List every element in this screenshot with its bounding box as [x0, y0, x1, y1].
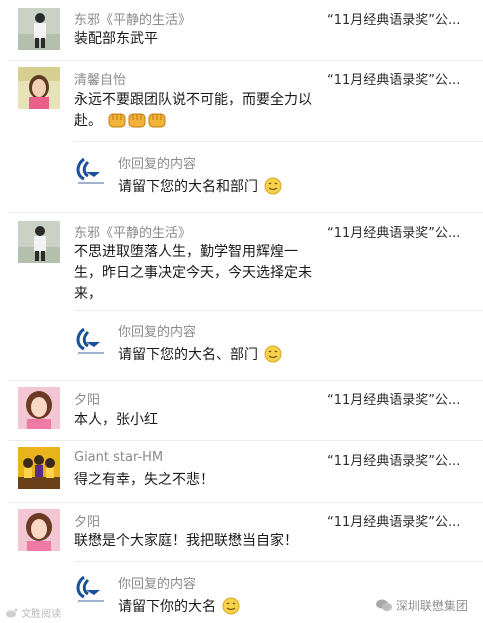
watermark-left-text: 文胜阅读	[21, 609, 62, 620]
commenter-name[interactable]: 东邪《平静的生活》	[74, 9, 191, 28]
avatar[interactable]	[18, 67, 60, 109]
commenter-name[interactable]: 清馨自怡	[74, 69, 126, 88]
article-reference[interactable]: “11月经典语录奖”公...	[327, 69, 460, 88]
comment-item: 清馨自怡 “11月经典语录奖”公... 永远不要跟团队说不可能，而要全力以赴。	[0, 61, 483, 211]
watermark-right: 深圳联懋集团	[376, 597, 468, 615]
reply-text-content: 请留下您的大名和部门	[118, 179, 258, 195]
reply-text-content: 请留下你的大名	[118, 599, 216, 615]
watermark-left: 文胜阅读	[6, 605, 61, 621]
commenter-name[interactable]: 夕阳	[74, 511, 100, 530]
avatar[interactable]	[18, 221, 60, 263]
comment-text: 不思进取堕落人生，勤学智用辉煌一生，昨日之事决定今天，今天选择定未来，	[74, 244, 312, 302]
commenter-name[interactable]: Giant star-HM	[74, 450, 163, 465]
avatar[interactable]	[18, 387, 60, 429]
lianmao-logo-icon	[74, 153, 108, 187]
avatar[interactable]	[18, 509, 60, 551]
comment-text: 永远不要跟团队说不可能，而要全力以赴。	[74, 90, 314, 136]
reply-text-content: 请留下您的大名、部门	[118, 347, 258, 363]
reply-text: 请留下您的大名和部门	[118, 176, 282, 199]
comment-list: 东邪《平静的生活》 “11月经典语录奖”公... 装配部东武平 清馨自怡 “11…	[0, 0, 483, 623]
comment-text: 联懋是个大家庭！我把联懋当自家！	[74, 533, 298, 549]
reply-text: 请留下你的大名	[118, 596, 240, 619]
article-reference[interactable]: “11月经典语录奖”公...	[327, 389, 460, 408]
comment-text: 本人，张小红	[74, 412, 158, 428]
comment-text: 装配部东武平	[74, 31, 158, 47]
weibo-icon	[6, 608, 18, 621]
article-reference[interactable]: “11月经典语录奖”公...	[327, 450, 460, 469]
comment-text: 得之有幸，失之不悲！	[74, 472, 214, 488]
lianmao-logo-icon	[74, 323, 108, 357]
reply-divider	[74, 310, 483, 311]
reply-label: 你回复的内容	[118, 157, 197, 172]
reply-divider	[74, 561, 483, 562]
comment-item: 东邪《平静的生活》 “11月经典语录奖”公... 不思进取堕落人生，勤学智用辉煌…	[0, 213, 483, 379]
smile-emoji-icon	[222, 597, 240, 619]
commenter-name[interactable]: 东邪《平静的生活》	[74, 222, 191, 241]
commenter-name[interactable]: 夕阳	[74, 389, 100, 408]
wechat-icon	[376, 599, 392, 615]
article-reference[interactable]: “11月经典语录奖”公...	[327, 222, 460, 241]
fist-emoji-icon	[108, 111, 166, 136]
watermark-right-text: 深圳联懋集团	[395, 599, 468, 613]
smile-emoji-icon	[264, 345, 282, 367]
smile-emoji-icon	[264, 177, 282, 199]
comment-item: Giant star-HM “11月经典语录奖”公... 得之有幸，失之不悲！	[0, 441, 483, 501]
reply-text: 请留下您的大名、部门	[118, 344, 282, 367]
avatar[interactable]	[18, 447, 60, 489]
reply-label: 你回复的内容	[118, 577, 197, 592]
article-reference[interactable]: “11月经典语录奖”公...	[327, 9, 460, 28]
comment-item: 夕阳 “11月经典语录奖”公... 本人，张小红	[0, 381, 483, 439]
avatar[interactable]	[18, 8, 60, 50]
reply-divider	[74, 141, 483, 142]
lianmao-logo-icon	[74, 571, 108, 605]
reply-label: 你回复的内容	[118, 325, 197, 340]
article-reference[interactable]: “11月经典语录奖”公...	[327, 511, 460, 530]
comment-item: 东邪《平静的生活》 “11月经典语录奖”公... 装配部东武平	[0, 0, 483, 60]
